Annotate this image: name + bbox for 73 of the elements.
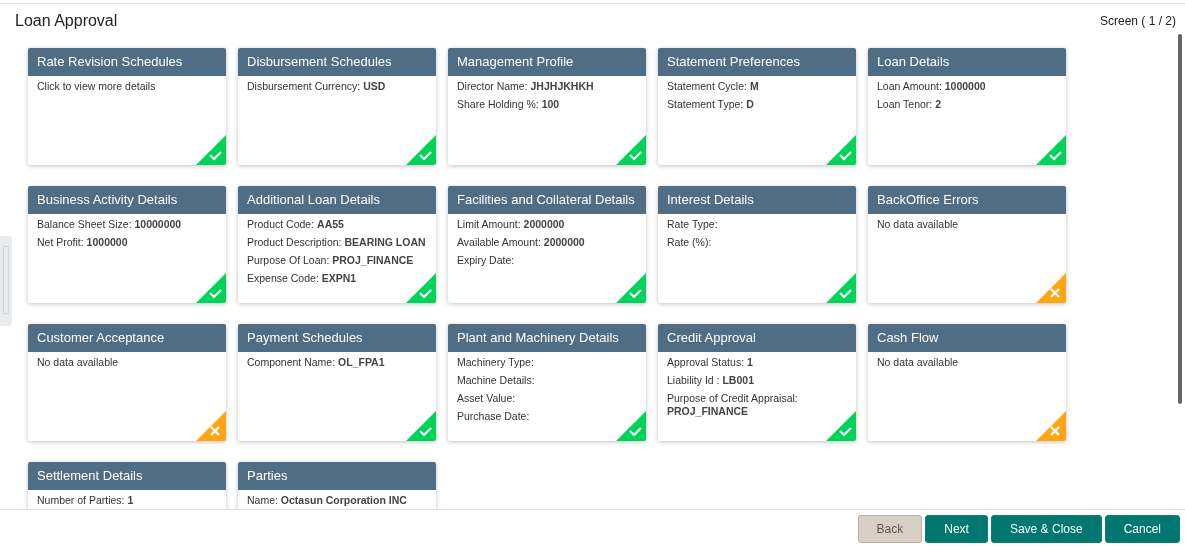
card-field: Machinery Type:	[457, 356, 637, 369]
card-field: Product Code: AA55	[247, 218, 427, 231]
card-field: Click to view more details	[37, 80, 217, 93]
card-header: Settlement Details	[28, 462, 226, 490]
section-card[interactable]: Settlement Details Number of Parties: 1	[28, 462, 226, 509]
card-header: Payment Schedules	[238, 324, 436, 352]
section-card[interactable]: Disbursement Schedules Disbursement Currency: USD	[238, 48, 436, 165]
card-field: Component Name: OL_FPA1	[247, 356, 427, 369]
card-field: No data available	[877, 356, 1057, 369]
card-field: No data available	[37, 356, 217, 369]
page-title: Loan Approval	[15, 12, 118, 30]
card-header: Business Activity Details	[28, 186, 226, 214]
card-field: Available Amount: 2000000	[457, 236, 637, 249]
card-field: Statement Type: D	[667, 98, 847, 111]
footer-button[interactable]: Cancel	[1104, 514, 1180, 543]
section-card[interactable]: Management Profile Director Name: JHJHJKHKH Share Holding %: 100	[448, 48, 646, 165]
card-header: Plant and Machinery Details	[448, 324, 646, 352]
card-header: BackOffice Errors	[868, 186, 1066, 214]
card-header: Loan Details	[868, 48, 1066, 76]
card-field: Share Holding %: 100	[457, 98, 637, 111]
card-header: Facilities and Collateral Details	[448, 186, 646, 214]
side-panel-handle[interactable]	[0, 236, 12, 326]
card-field: Net Profit: 1000000	[37, 236, 217, 249]
card-field: Expense Code: EXPN1	[247, 272, 427, 285]
screen-indicator: Screen ( 1 / 2)	[1099, 14, 1176, 28]
section-card[interactable]: Cash Flow No data available	[868, 324, 1066, 441]
section-card[interactable]: Parties Name: Octasun Corporation INC	[238, 462, 436, 509]
scrollbar[interactable]	[1178, 34, 1182, 404]
card-field: Rate (%):	[667, 236, 847, 249]
card-field: Statement Cycle: M	[667, 80, 847, 93]
section-card[interactable]: Interest Details Rate Type: Rate (%):	[658, 186, 856, 303]
card-header: Parties	[238, 462, 436, 490]
section-card[interactable]: Statement Preferences Statement Cycle: M Statement Type: D	[658, 48, 856, 165]
card-field: Rate Type:	[667, 218, 847, 231]
section-card[interactable]: Credit Approval Approval Status: 1 Liability Id : LB001 Purpose of Credit Appraisal: PROJ_FINANCE	[658, 324, 856, 441]
card-header: Management Profile	[448, 48, 646, 76]
card-field: Asset Value:	[457, 392, 637, 405]
card-field: Expiry Date:	[457, 254, 637, 267]
card-field: Disbursement Currency: USD	[247, 80, 427, 93]
footer-button[interactable]: Next	[925, 514, 988, 543]
card-header: Additional Loan Details	[238, 186, 436, 214]
card-header: Customer Acceptance	[28, 324, 226, 352]
card-field: Loan Amount: 1000000	[877, 80, 1057, 93]
card-field: No data available	[877, 218, 1057, 231]
card-field: Purpose Of Loan: PROJ_FINANCE	[247, 254, 427, 267]
card-header: Credit Approval	[658, 324, 856, 352]
card-header: Cash Flow	[868, 324, 1066, 352]
card-field: Name: Octasun Corporation INC	[247, 494, 427, 507]
section-card[interactable]: BackOffice Errors No data available	[868, 186, 1066, 303]
section-card[interactable]: Facilities and Collateral Details Limit Amount: 2000000 Available Amount: 2000000 Expiry Date:	[448, 186, 646, 303]
section-card[interactable]: Customer Acceptance No data available	[28, 324, 226, 441]
section-card[interactable]: Payment Schedules Component Name: OL_FPA1	[238, 324, 436, 441]
card-field: Liability Id : LB001	[667, 374, 847, 387]
section-card[interactable]: Business Activity Details Balance Sheet Size: 10000000 Net Profit: 1000000	[28, 186, 226, 303]
card-field: Loan Tenor: 2	[877, 98, 1057, 111]
card-field: Director Name: JHJHJKHKH	[457, 80, 637, 93]
card-header: Rate Revision Schedules	[28, 48, 226, 76]
section-card[interactable]: Additional Loan Details Product Code: AA55 Product Description: BEARING LOAN Purpose Of Loan: PROJ_FINANCE Expense Code: EXPN1	[238, 186, 436, 303]
card-header: Interest Details	[658, 186, 856, 214]
card-field: Number of Parties: 1	[37, 494, 217, 507]
card-field: Machine Details:	[457, 374, 637, 387]
section-card[interactable]: Rate Revision Schedules Click to view more details	[28, 48, 226, 165]
card-header: Statement Preferences	[658, 48, 856, 76]
card-field: Approval Status: 1	[667, 356, 847, 369]
card-field: Product Description: BEARING LOAN	[247, 236, 427, 249]
card-field: Balance Sheet Size: 10000000	[37, 218, 217, 231]
section-card[interactable]: Loan Details Loan Amount: 1000000 Loan Tenor: 2	[868, 48, 1066, 165]
card-field: Limit Amount: 2000000	[457, 218, 637, 231]
section-card[interactable]: Plant and Machinery Details Machinery Type: Machine Details: Asset Value: Purchase Date:	[448, 324, 646, 441]
card-field: Purchase Date:	[457, 410, 637, 423]
footer-button[interactable]: Save & Close	[990, 514, 1102, 543]
card-header: Disbursement Schedules	[238, 48, 436, 76]
card-field: Purpose of Credit Appraisal: PROJ_FINANCE	[667, 392, 847, 418]
